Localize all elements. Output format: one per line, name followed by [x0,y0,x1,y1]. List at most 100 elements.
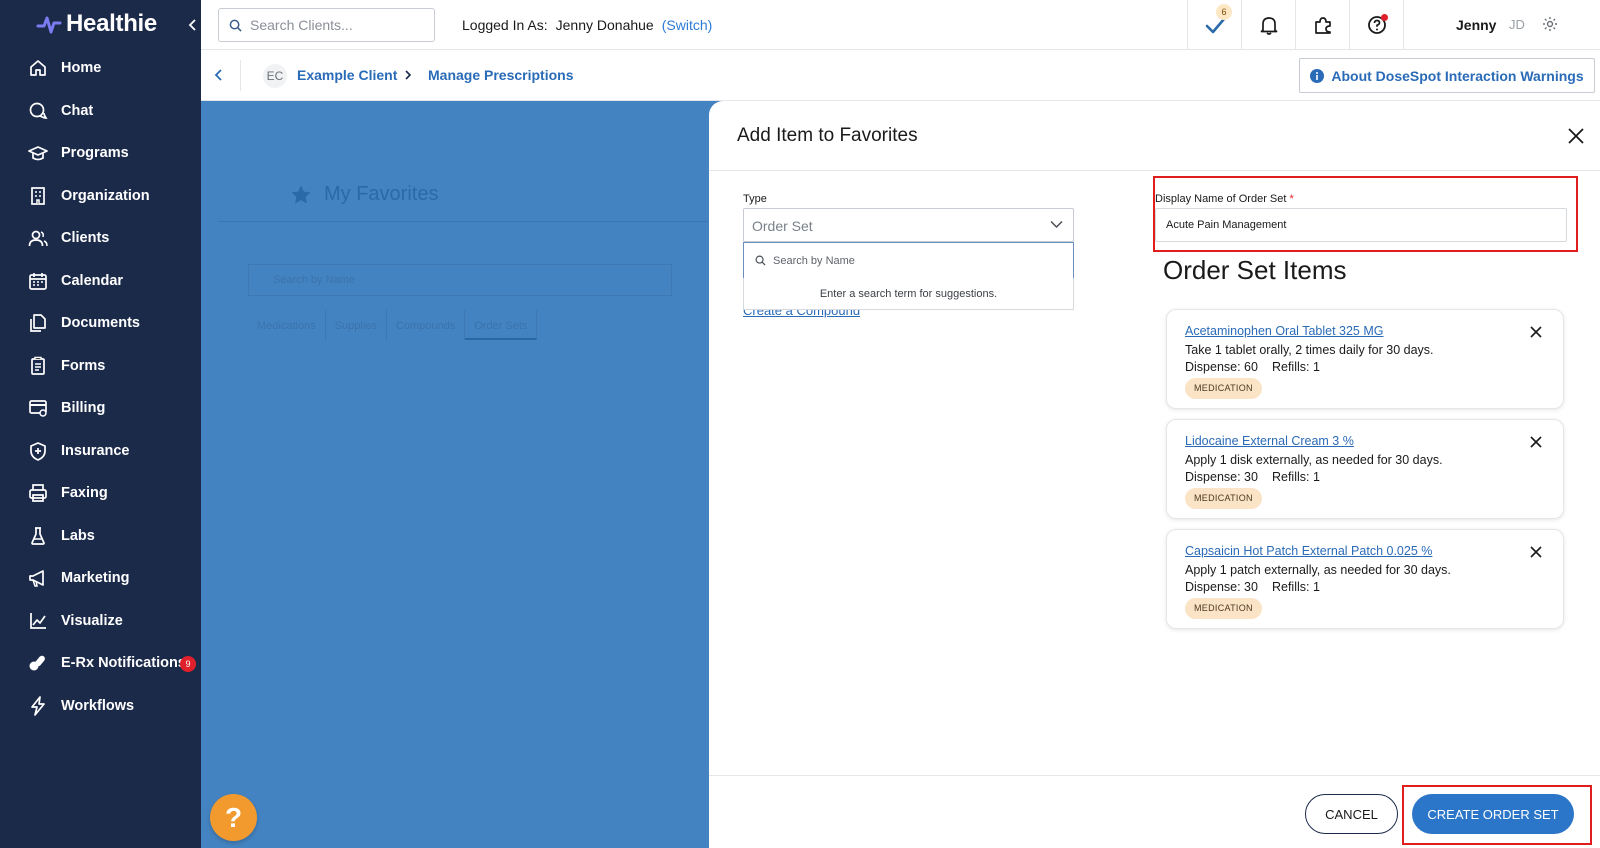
sidebar-item-label: E-Rx Notifications [61,655,186,672]
item-name-link[interactable]: Lidocaine External Cream 3 % [1185,434,1354,448]
item-dispense-info: Dispense: 30 Refills: 1 [1185,470,1320,484]
sidebar-item-organization[interactable]: Organization [0,175,201,218]
dropdown-search-placeholder: Search by Name [773,254,855,267]
logged-in-label: Logged In As: [462,17,548,33]
divider [709,170,1600,171]
item-dispense-info: Dispense: 60 Refills: 1 [1185,360,1320,374]
item-name-link[interactable]: Capsaicin Hot Patch External Patch 0.025… [1185,544,1432,558]
tab-supplies: Supplies [326,310,387,340]
breadcrumb-bar: EC Example Client Manage Prescriptions A… [201,50,1600,101]
sidebar-item-label: Programs [61,145,129,162]
notifications-button[interactable] [1241,0,1295,49]
tasks-button[interactable]: 6 [1187,0,1241,49]
sidebar-item-label: Faxing [61,485,108,502]
item-refills: Refills: 1 [1271,470,1320,484]
cancel-button[interactable]: CANCEL [1305,794,1398,834]
display-name-label: Display Name of Order Set * [1155,193,1294,205]
create-compound-link[interactable]: Create a Compound [743,310,860,318]
sidebar-item-faxing[interactable]: Faxing [0,472,201,515]
forms-icon [31,356,45,375]
client-avatar: EC [263,64,287,88]
chevron-right-icon [405,70,412,80]
collapse-sidebar-icon[interactable] [186,16,198,34]
integrations-button[interactable] [1295,0,1349,49]
remove-item-icon[interactable] [1529,435,1543,449]
dropdown-hint: Enter a search term for suggestions. [743,278,1074,310]
sidebar-item-label: Visualize [61,612,123,629]
sidebar-item-label: Calendar [61,272,124,289]
favorites-title-text: My Favorites [324,183,439,205]
order-set-item: Lidocaine External Cream 3 % Apply 1 dis… [1166,419,1564,519]
puzzle-icon [1314,16,1331,34]
info-icon [1310,68,1325,83]
back-arrow-icon[interactable] [213,67,225,83]
favorites-title: My Favorites [290,183,438,206]
sidebar-item-chat[interactable]: Chat [0,90,201,133]
sidebar-item-programs[interactable]: Programs [0,132,201,175]
search-icon [229,19,242,32]
sidebar-item-workflows[interactable]: Workflows [0,685,201,728]
pills-icon [29,655,45,671]
sidebar-item-forms[interactable]: Forms [0,345,201,388]
healthie-logo[interactable]: Healthie [36,10,157,38]
chat-icon [29,102,48,119]
create-order-set-button[interactable]: CREATE ORDER SET [1412,794,1574,834]
order-set-item: Capsaicin Hot Patch External Patch 0.025… [1166,529,1564,629]
programs-icon [28,146,48,161]
help-alert-dot [1381,14,1388,21]
sidebar-item-billing[interactable]: Billing [0,387,201,430]
order-set-item: Acetaminophen Oral Tablet 325 MG Take 1 … [1166,309,1564,409]
type-select[interactable]: Order Set [743,208,1074,242]
megaphone-icon [29,570,44,587]
item-dispense: Dispense: 30 [1185,470,1258,484]
logged-in-info: Logged In As: Jenny Donahue (Switch) [462,17,712,33]
sidebar-item-label: Labs [61,527,95,544]
type-select-value: Order Set [752,218,813,234]
remove-item-icon[interactable] [1529,545,1543,559]
sidebar-item-calendar[interactable]: Calendar [0,260,201,303]
help-button[interactable] [1349,0,1403,49]
modal-title: Add Item to Favorites [737,125,918,146]
item-directions: Take 1 tablet orally, 2 times daily for … [1185,343,1434,357]
printer-icon [29,484,47,503]
floating-help-button[interactable]: ? [210,794,257,841]
client-search[interactable] [218,8,435,42]
sidebar-item-visualize[interactable]: Visualize [0,600,201,643]
switch-user-link[interactable]: (Switch) [662,17,713,33]
type-label: Type [743,193,767,205]
favorites-tabs: Medications Supplies Compounds Order Set… [248,310,538,340]
notification-count-badge: 9 [180,656,196,672]
dropdown-search-field[interactable]: Search by Name [743,242,1074,279]
lightning-icon [31,695,45,716]
display-name-input[interactable] [1155,208,1567,242]
item-refills: Refills: 1 [1271,360,1320,374]
sidebar-nav: Home Chat Programs Organization Clients … [0,47,201,727]
sidebar-item-label: Organization [61,187,150,204]
sidebar-item-home[interactable]: Home [0,47,201,90]
chart-icon [30,612,46,629]
shield-icon [30,441,46,461]
user-menu[interactable]: Jenny JD [1403,0,1600,49]
about-dosespot-button[interactable]: About DoseSpot Interaction Warnings [1299,58,1595,93]
bell-icon [1260,16,1277,35]
remove-item-icon[interactable] [1529,325,1543,339]
breadcrumb-client[interactable]: Example Client [297,67,397,83]
sidebar-item-marketing[interactable]: Marketing [0,557,201,600]
sidebar-item-label: Clients [61,230,110,247]
sidebar-item-insurance[interactable]: Insurance [0,430,201,473]
sidebar-item-label: Billing [61,400,106,417]
home-icon [30,60,46,77]
client-search-input[interactable] [250,17,420,33]
flask-icon [31,526,45,545]
sidebar-item-erx-notifications[interactable]: E-Rx Notifications 9 [0,642,201,685]
sidebar-item-label: Marketing [61,570,130,587]
sidebar-item-clients[interactable]: Clients [0,217,201,260]
item-type-tag: MEDICATION [1185,598,1262,619]
sidebar-item-labs[interactable]: Labs [0,515,201,558]
favorites-search: Search by Name [248,264,672,296]
brand-name: Healthie [66,10,157,37]
sidebar-item-documents[interactable]: Documents [0,302,201,345]
gear-icon[interactable] [1542,16,1558,32]
close-icon[interactable] [1567,127,1585,145]
item-name-link[interactable]: Acetaminophen Oral Tablet 325 MG [1185,324,1384,338]
